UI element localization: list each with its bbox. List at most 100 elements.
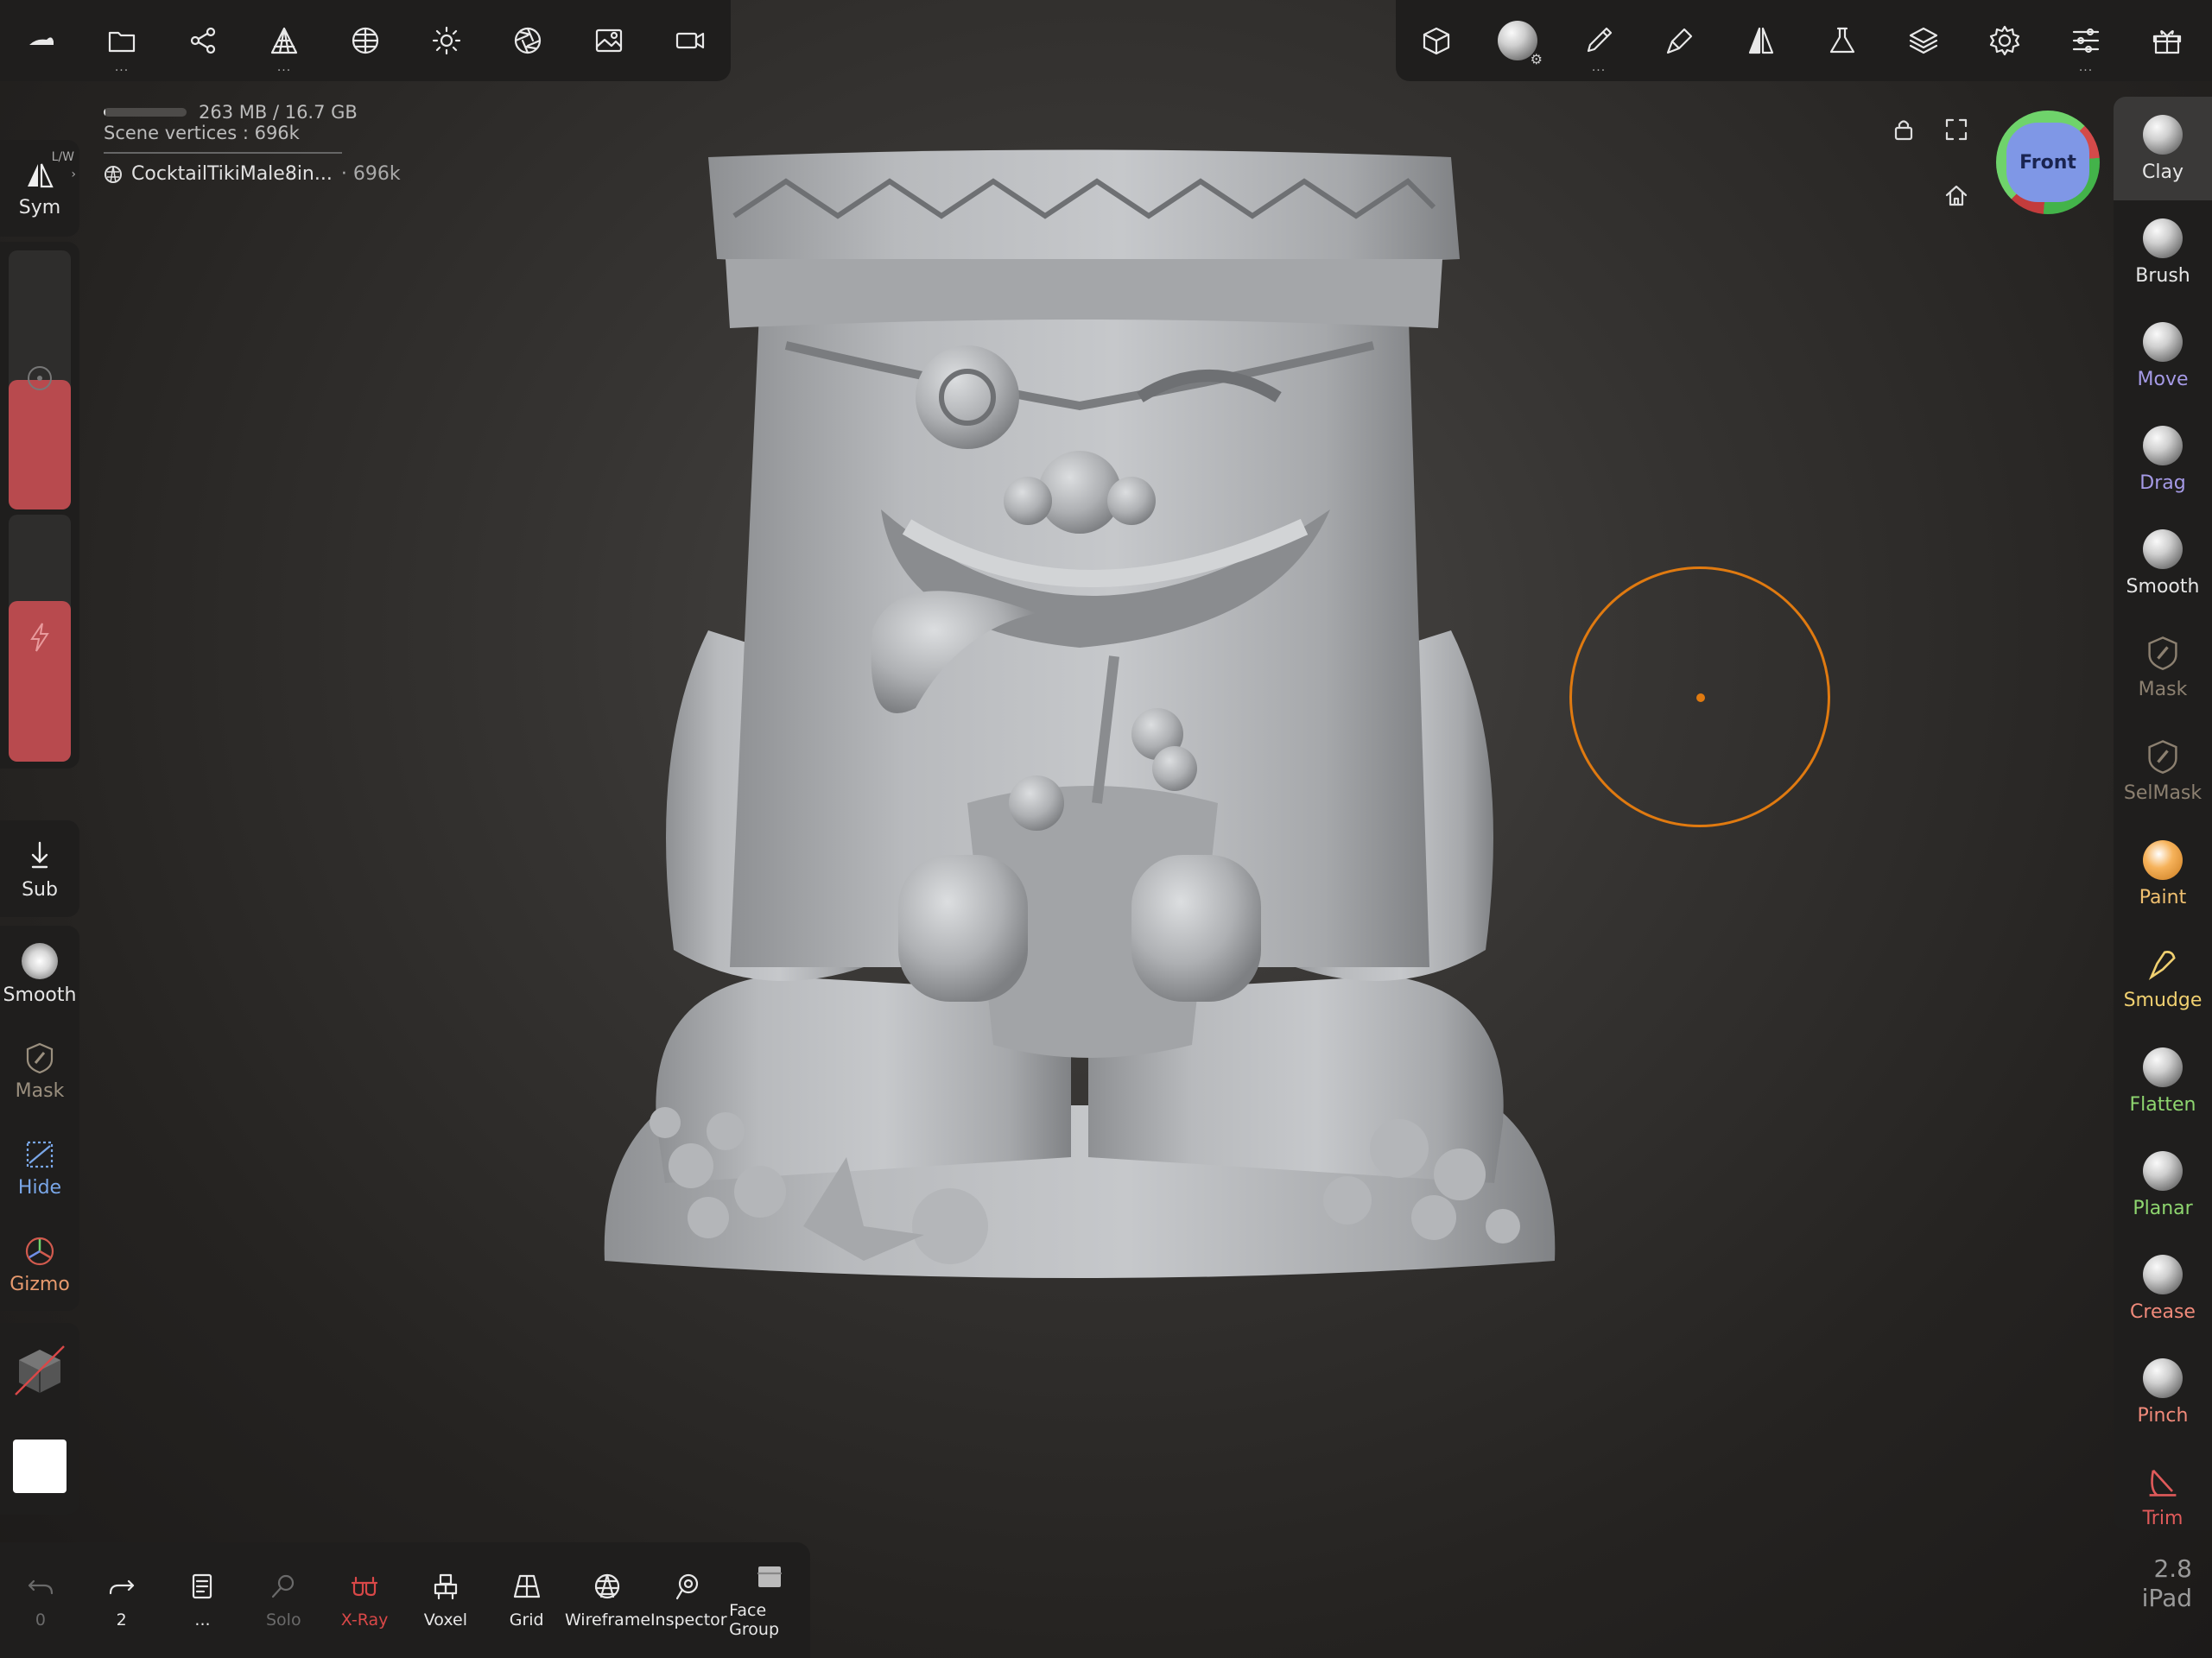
- hide-quick-button[interactable]: Hide: [0, 1119, 79, 1216]
- grid-button[interactable]: Grid: [486, 1542, 567, 1658]
- redo-label: 2: [116, 1611, 127, 1630]
- drag-icon: [2143, 425, 2183, 465]
- layers-icon: [1909, 27, 1938, 54]
- mesh-icon: [105, 166, 122, 183]
- solo-button[interactable]: Solo: [243, 1542, 324, 1658]
- tool-label: Move: [2137, 368, 2189, 390]
- flatten-icon: [2143, 1047, 2183, 1087]
- home-view-button[interactable]: [1939, 178, 1974, 212]
- tool-mask-button[interactable]: Mask: [2114, 615, 2212, 718]
- symmetry-button[interactable]: [1721, 0, 1802, 81]
- tool-smudge-button[interactable]: Smudge: [2114, 926, 2212, 1029]
- pinch-icon: [2143, 1357, 2183, 1398]
- hide-icon: [26, 1141, 54, 1168]
- gizmo-quick-button[interactable]: Gizmo: [0, 1216, 79, 1313]
- scene-tree-button[interactable]: [162, 0, 244, 81]
- fullscreen-button[interactable]: [1939, 112, 1974, 147]
- symmetry-panel: L/W › Sym: [0, 140, 79, 237]
- symmetry-mode-label: L/W: [51, 150, 74, 164]
- tool-flatten-button[interactable]: Flatten: [2114, 1029, 2212, 1133]
- symmetry-button[interactable]: L/W › Sym: [0, 140, 79, 237]
- sliders-button[interactable]: ...: [2045, 0, 2126, 81]
- smudge-icon: [2148, 950, 2176, 980]
- color-swatch-button[interactable]: [0, 1418, 79, 1515]
- topology-icon: [270, 27, 298, 54]
- info-divider: [104, 152, 342, 154]
- tool-drag-button[interactable]: Drag: [2114, 408, 2212, 511]
- material-preview-button[interactable]: [0, 1323, 79, 1418]
- tool-label: Trim: [2142, 1507, 2183, 1529]
- logo-button[interactable]: [0, 0, 81, 81]
- settings-gear-button[interactable]: [1964, 0, 2045, 81]
- undo-label: 0: [35, 1611, 46, 1630]
- undo-icon: [28, 1579, 53, 1595]
- tool-brush-button[interactable]: Brush: [2114, 200, 2212, 304]
- smooth-icon: [2143, 528, 2183, 569]
- lock-camera-button[interactable]: [1886, 112, 1921, 147]
- tool-smooth-button[interactable]: Smooth: [2114, 511, 2212, 615]
- xray-glasses-icon: [351, 1576, 378, 1597]
- smooth-quick-button[interactable]: Smooth: [0, 926, 79, 1022]
- lock-icon: [1894, 120, 1913, 141]
- brush-pen-button[interactable]: ...: [1558, 0, 1639, 81]
- stroke-tool-button[interactable]: [1639, 0, 1721, 81]
- tool-paint-button[interactable]: Paint: [2114, 822, 2212, 926]
- symmetry-chevron-icon: ›: [71, 168, 76, 181]
- layers-button[interactable]: [1883, 0, 1964, 81]
- tool-crease-button[interactable]: Crease: [2114, 1237, 2212, 1340]
- matcap-gear-icon: ⚙: [1530, 51, 1543, 67]
- home-icon: [1945, 185, 1968, 206]
- video-camera-button[interactable]: [650, 0, 731, 81]
- tool-pinch-button[interactable]: Pinch: [2114, 1340, 2212, 1444]
- tool-trim-button[interactable]: Trim: [2114, 1444, 2212, 1530]
- image-icon: [595, 28, 623, 53]
- tool-move-button[interactable]: Move: [2114, 304, 2212, 408]
- active-mesh-row[interactable]: CocktailTikiMale8in... · 696k: [104, 164, 401, 185]
- tool-selmask-button[interactable]: SelMask: [2114, 718, 2212, 822]
- arrow-down-icon: [31, 841, 48, 868]
- inspector-button[interactable]: Inspector: [648, 1542, 729, 1658]
- symmetry-icon: [1748, 27, 1774, 54]
- tool-label: Pinch: [2137, 1404, 2189, 1427]
- mask-quick-button[interactable]: Mask: [0, 1022, 79, 1119]
- flask-button[interactable]: [1802, 0, 1883, 81]
- light-button[interactable]: [406, 0, 487, 81]
- scene-cube-icon: [1423, 27, 1450, 55]
- wireframe-icon: [595, 1573, 620, 1599]
- scene-cube-button[interactable]: [1396, 0, 1477, 81]
- view-cube-front-face[interactable]: Front: [2006, 123, 2089, 202]
- mask-shield-icon: [26, 1042, 54, 1073]
- gift-button[interactable]: [2126, 0, 2208, 81]
- top-toolbar-right: ⚙......: [1396, 0, 2212, 81]
- scene-info: 263 MB / 16.7 GB Scene vertices : 696k C…: [104, 102, 401, 185]
- topology-button[interactable]: ...: [244, 0, 325, 81]
- tool-label: Paint: [2139, 886, 2187, 908]
- planar-icon: [2143, 1150, 2183, 1191]
- redo-button[interactable]: 2: [81, 1542, 162, 1658]
- history-button[interactable]: ...: [162, 1542, 244, 1658]
- sub-button[interactable]: Sub: [0, 820, 79, 917]
- matcap-sphere-button[interactable]: ⚙: [1477, 0, 1558, 81]
- tool-planar-button[interactable]: Planar: [2114, 1133, 2212, 1237]
- grid-plane-icon: [513, 1574, 540, 1598]
- face-group-button[interactable]: Face Group: [729, 1542, 810, 1658]
- folder-icon: [108, 31, 136, 53]
- xray-button[interactable]: X-Ray: [324, 1542, 405, 1658]
- intensity-icon: [30, 623, 49, 652]
- view-cube[interactable]: Front: [1996, 111, 2100, 214]
- folder-button[interactable]: ...: [81, 0, 162, 81]
- symmetry-label: Sym: [18, 196, 61, 218]
- image-button[interactable]: [568, 0, 650, 81]
- undo-button[interactable]: 0: [0, 1542, 81, 1658]
- mesh-name: CocktailTikiMale8in...: [131, 163, 333, 185]
- tool-clay-button[interactable]: Clay: [2114, 97, 2212, 200]
- inspector-icon: [676, 1573, 699, 1600]
- wireframe-button[interactable]: Wireframe: [565, 1542, 650, 1658]
- voxel-button[interactable]: Voxel: [405, 1542, 486, 1658]
- top-toolbar-left: ......: [0, 0, 731, 81]
- material-button[interactable]: [325, 0, 406, 81]
- camera-aperture-button[interactable]: [487, 0, 568, 81]
- tiki-model[interactable]: [587, 147, 1572, 1338]
- more-options-dots: ...: [114, 60, 130, 74]
- memory-usage: 263 MB / 16.7 GB: [199, 102, 358, 123]
